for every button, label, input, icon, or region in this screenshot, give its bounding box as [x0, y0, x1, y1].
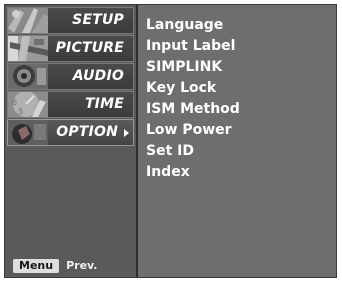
setup-thumbnail-icon — [8, 8, 48, 33]
option-item-language[interactable]: Language — [146, 15, 331, 36]
option-thumbnail-icon — [8, 120, 48, 145]
sidebar-item-option[interactable]: OPTION — [7, 119, 134, 146]
sidebar-item-setup[interactable]: SETUP — [7, 7, 134, 34]
footer-hint: Menu Prev. — [13, 258, 97, 273]
sidebar-item-label: AUDIO — [72, 68, 124, 84]
option-list: Language Input Label SIMPLINK Key Lock I… — [146, 15, 331, 183]
panel-divider — [136, 5, 138, 277]
option-item-set-id[interactable]: Set ID — [146, 141, 331, 162]
time-thumbnail-icon: 6 5 — [8, 92, 48, 117]
sidebar-item-time[interactable]: 6 5 TIME — [7, 91, 134, 118]
sidebar-item-label: SETUP — [72, 12, 124, 28]
category-sidebar: SETUP PICTURE AUDIO 6 5 TIME OPTION Menu… — [5, 5, 136, 277]
sidebar-item-label: TIME — [84, 96, 124, 112]
prev-hint-label: Prev. — [66, 259, 98, 272]
option-item-index[interactable]: Index — [146, 162, 331, 183]
sidebar-item-picture[interactable]: PICTURE — [7, 35, 134, 62]
svg-text:6: 6 — [12, 98, 17, 107]
option-item-ism-method[interactable]: ISM Method — [146, 99, 331, 120]
picture-thumbnail-icon — [8, 36, 48, 61]
menu-key-button[interactable]: Menu — [13, 258, 60, 273]
sidebar-item-label: PICTURE — [55, 40, 124, 56]
option-item-key-lock[interactable]: Key Lock — [146, 78, 331, 99]
option-item-low-power[interactable]: Low Power — [146, 120, 331, 141]
option-item-simplink[interactable]: SIMPLINK — [146, 57, 331, 78]
chevron-right-icon — [124, 129, 129, 137]
option-item-input-label[interactable]: Input Label — [146, 36, 331, 57]
svg-text:5: 5 — [18, 107, 23, 116]
osd-menu-window: SETUP PICTURE AUDIO 6 5 TIME OPTION Menu… — [4, 4, 337, 278]
sidebar-item-audio[interactable]: AUDIO — [7, 63, 134, 90]
audio-thumbnail-icon — [8, 64, 48, 89]
sidebar-item-label: OPTION — [56, 124, 118, 140]
